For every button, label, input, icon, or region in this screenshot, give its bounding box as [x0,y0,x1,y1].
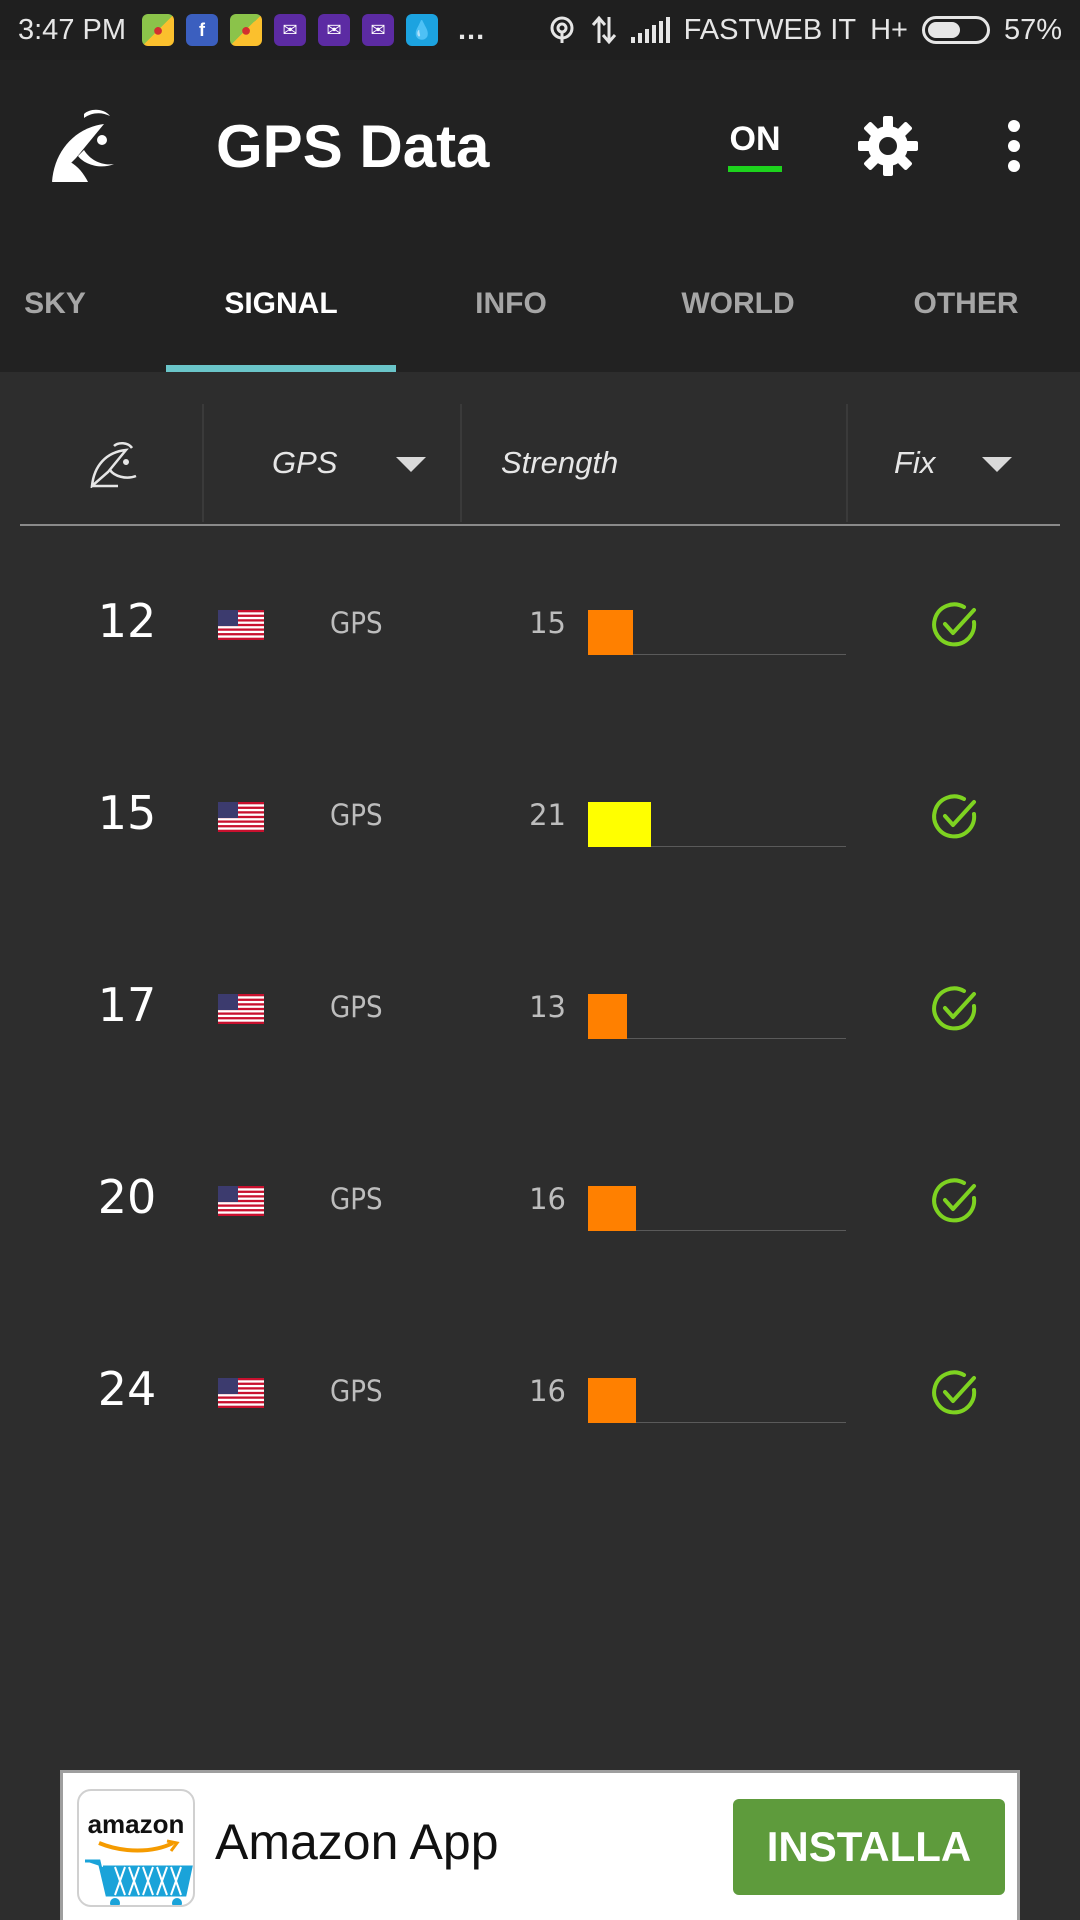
dropdown-arrow-icon [982,457,1012,472]
signal-strength-icon [630,17,670,43]
satellite-prn: 15 [97,786,157,840]
toggle-indicator [728,166,782,172]
signal-strength-value: 21 [529,798,566,832]
us-flag-icon [218,994,264,1024]
satellite-prn: 24 [97,1362,157,1416]
signal-strength-value: 15 [529,606,566,640]
ad-title: Amazon App [215,1814,499,1870]
gps-on-label: ON [729,120,781,158]
yahoo-mail-icon: ✉ [274,14,306,46]
satellite-system: GPS [330,798,383,832]
satellite-row[interactable]: 20 GPS 16 [0,1150,1080,1250]
tab-signal[interactable]: SIGNAL [166,235,396,372]
satellite-system: GPS [330,990,383,1024]
tab-world[interactable]: WORLD [624,235,852,372]
signal-bar [588,610,633,655]
tab-info[interactable]: INFO [396,235,626,372]
signal-bar [588,802,651,847]
carrier-name: FASTWEB IT [683,13,857,46]
tab-other[interactable]: OTHER [852,235,1080,372]
amazon-smile-icon [98,1839,180,1853]
network-type: H+ [870,13,908,46]
fix-check-icon [930,792,980,842]
satellite-prn: 20 [97,1170,157,1224]
data-transfer-icon [591,15,616,45]
signal-strength-value: 13 [529,990,566,1024]
water-drop-icon: 💧 [406,14,438,46]
satellite-row[interactable]: 12 GPS 15 [0,574,1080,674]
satellite-dish-icon[interactable] [88,440,144,488]
us-flag-icon [218,1378,264,1408]
satellite-prn: 12 [97,594,157,648]
satellite-row[interactable]: 15 GPS 21 [0,766,1080,866]
install-button[interactable]: INSTALLA [733,1799,1005,1895]
amazon-logo-text: amazon [87,1809,185,1839]
maps-icon: ● [230,14,262,46]
tab-sky[interactable]: SKY [0,235,110,372]
fix-column-header[interactable]: Fix [848,404,1060,522]
facebook-icon: f [186,14,218,46]
status-right: FASTWEB IT H+ 57% [547,14,1062,47]
more-options-icon[interactable] [996,116,1032,176]
dropdown-arrow-icon [396,457,426,472]
yahoo-mail-icon: ✉ [318,14,350,46]
satellite-system: GPS [330,606,383,640]
signal-bar [588,1378,636,1423]
signal-strength-value: 16 [529,1182,566,1216]
tab-bar: SKY SIGNAL INFO WORLD OTHER [0,235,1080,372]
fix-check-icon [930,1176,980,1226]
satellite-dish-icon[interactable] [44,104,128,188]
system-column-header[interactable]: GPS [202,404,460,522]
app-root: 3:47 PM ● f ● ✉ ✉ ✉ 💧 ... FASTWEB IT H+ … [0,0,1080,1920]
maps-icon: ● [142,14,174,46]
app-bar: GPS Data ON [0,60,1080,235]
signal-bar [588,994,627,1039]
battery-icon [921,16,990,44]
shopping-cart-icon [85,1859,193,1905]
satellite-row[interactable]: 17 GPS 13 [0,958,1080,1058]
gear-icon[interactable] [856,114,920,178]
status-bar: 3:47 PM ● f ● ✉ ✉ ✉ 💧 ... FASTWEB IT H+ … [0,0,1080,60]
battery-percent: 57% [1003,13,1062,46]
app-title: GPS Data [216,113,490,180]
notification-icons: ● f ● ✉ ✉ ✉ 💧 ... [142,14,485,47]
fix-check-icon [930,1368,980,1418]
more-notifications-icon: ... [458,13,486,46]
hotspot-icon [550,16,574,43]
system-header-label: GPS [272,445,338,480]
us-flag-icon [218,610,264,640]
active-tab-indicator [166,365,396,372]
gps-on-toggle[interactable]: ON [728,120,782,172]
table-header: GPS Strength Fix [20,404,1060,526]
ad-banner[interactable]: amazon Amazon App INSTALLA [60,1770,1020,1920]
us-flag-icon [218,1186,264,1216]
fix-header-label: Fix [894,445,936,480]
fix-check-icon [930,600,980,650]
signal-bar [588,1186,636,1231]
satellite-system: GPS [330,1374,383,1408]
signal-strength-value: 16 [529,1374,566,1408]
amazon-app-logo: amazon [77,1789,195,1907]
strength-header-label: Strength [501,445,619,480]
yahoo-mail-icon: ✉ [362,14,394,46]
column-divider [460,404,462,522]
satellite-row[interactable]: 24 GPS 16 [0,1342,1080,1442]
us-flag-icon [218,802,264,832]
status-time: 3:47 PM [18,13,126,46]
fix-check-icon [930,984,980,1034]
satellite-system: GPS [330,1182,383,1216]
satellite-prn: 17 [97,978,157,1032]
